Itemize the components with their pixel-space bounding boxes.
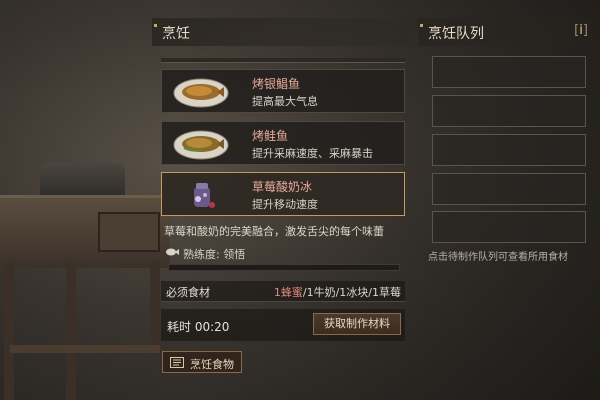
required-ingredient: 1蜂蜜	[273, 286, 303, 299]
other-ingredients: /1牛奶/1冰块/1草莓	[302, 286, 401, 299]
ingredients-row: 必须食材 1蜂蜜/1牛奶/1冰块/1草莓	[161, 281, 405, 302]
recipe-item-grilled-salmon[interactable]: 烤鲑鱼 提升采麻速度、采麻暴击	[161, 121, 405, 165]
grill-leg	[4, 262, 14, 400]
ingredients-label: 必须食材	[166, 286, 210, 299]
recipe-item-grilled-pomfret[interactable]: 烤银鲳鱼 提高最大气息	[161, 69, 405, 113]
header-accent	[154, 24, 157, 27]
queue-slot[interactable]	[432, 56, 586, 88]
proficiency-bar	[168, 264, 400, 271]
cooking-panel: 烹饪 烤银鲳鱼 提高最大气息 烤鲑鱼 提升采麻速度、采麻暴击 草莓酸奶冰 提升移…	[152, 18, 414, 398]
recipe-effect: 提高最大气息	[252, 95, 318, 108]
cooking-header: 烹饪	[152, 18, 414, 46]
recipe-name: 草莓酸奶冰	[252, 180, 313, 194]
grilled-salmon-icon	[173, 130, 229, 160]
proficiency-label: 熟练度: 领悟	[183, 248, 246, 261]
recipe-description: 草莓和酸奶的完美融合，激发舌尖的每个味蕾	[164, 225, 384, 238]
queue-header: 烹饪队列 [i]	[418, 18, 594, 46]
proficiency-fish-icon	[166, 248, 179, 256]
recipe-effect: 提升采麻速度、采麻暴击	[252, 147, 373, 160]
cooking-queue-panel: 烹饪队列 [i] 点击待制作队列可查看所用食材	[418, 18, 594, 288]
queue-title: 烹饪队列	[428, 26, 484, 42]
queue-hint: 点击待制作队列可查看所用食材	[428, 252, 568, 263]
queue-slot[interactable]	[432, 95, 586, 127]
cooking-title: 烹饪	[162, 26, 190, 42]
queue-slot[interactable]	[432, 211, 586, 243]
bracket-right: ]	[582, 23, 588, 38]
grill-leg	[66, 262, 76, 400]
queue-slot[interactable]	[432, 134, 586, 166]
get-materials-button[interactable]: 获取制作材料	[313, 313, 401, 335]
queue-slot[interactable]	[432, 173, 586, 205]
grilled-fish-icon	[173, 78, 229, 108]
cook-time-row: 耗时 00:20 获取制作材料	[161, 309, 405, 341]
recipe-name: 烤银鲳鱼	[252, 77, 301, 91]
cook-food-button[interactable]: 烹饪食物	[162, 351, 242, 373]
strawberry-yogurt-ice-icon	[194, 183, 215, 208]
grill-shelf	[10, 345, 160, 353]
recipe-name: 烤鲑鱼	[252, 129, 289, 143]
cook-time-label: 耗时 00:20	[167, 320, 230, 334]
header-accent	[420, 24, 423, 27]
recipe-list-edge	[161, 58, 405, 63]
cook-food-label: 烹饪食物	[190, 358, 234, 371]
recipe-item-strawberry-yogurt-ice[interactable]: 草莓酸奶冰 提升移动速度	[161, 172, 405, 216]
cookbook-icon	[170, 357, 184, 368]
ingredients-value: 1蜂蜜/1牛奶/1冰块/1草莓	[274, 284, 401, 300]
grill-control-panel	[98, 212, 160, 252]
recipe-effect: 提升移动速度	[252, 198, 318, 211]
info-button[interactable]: [i]	[572, 22, 590, 40]
